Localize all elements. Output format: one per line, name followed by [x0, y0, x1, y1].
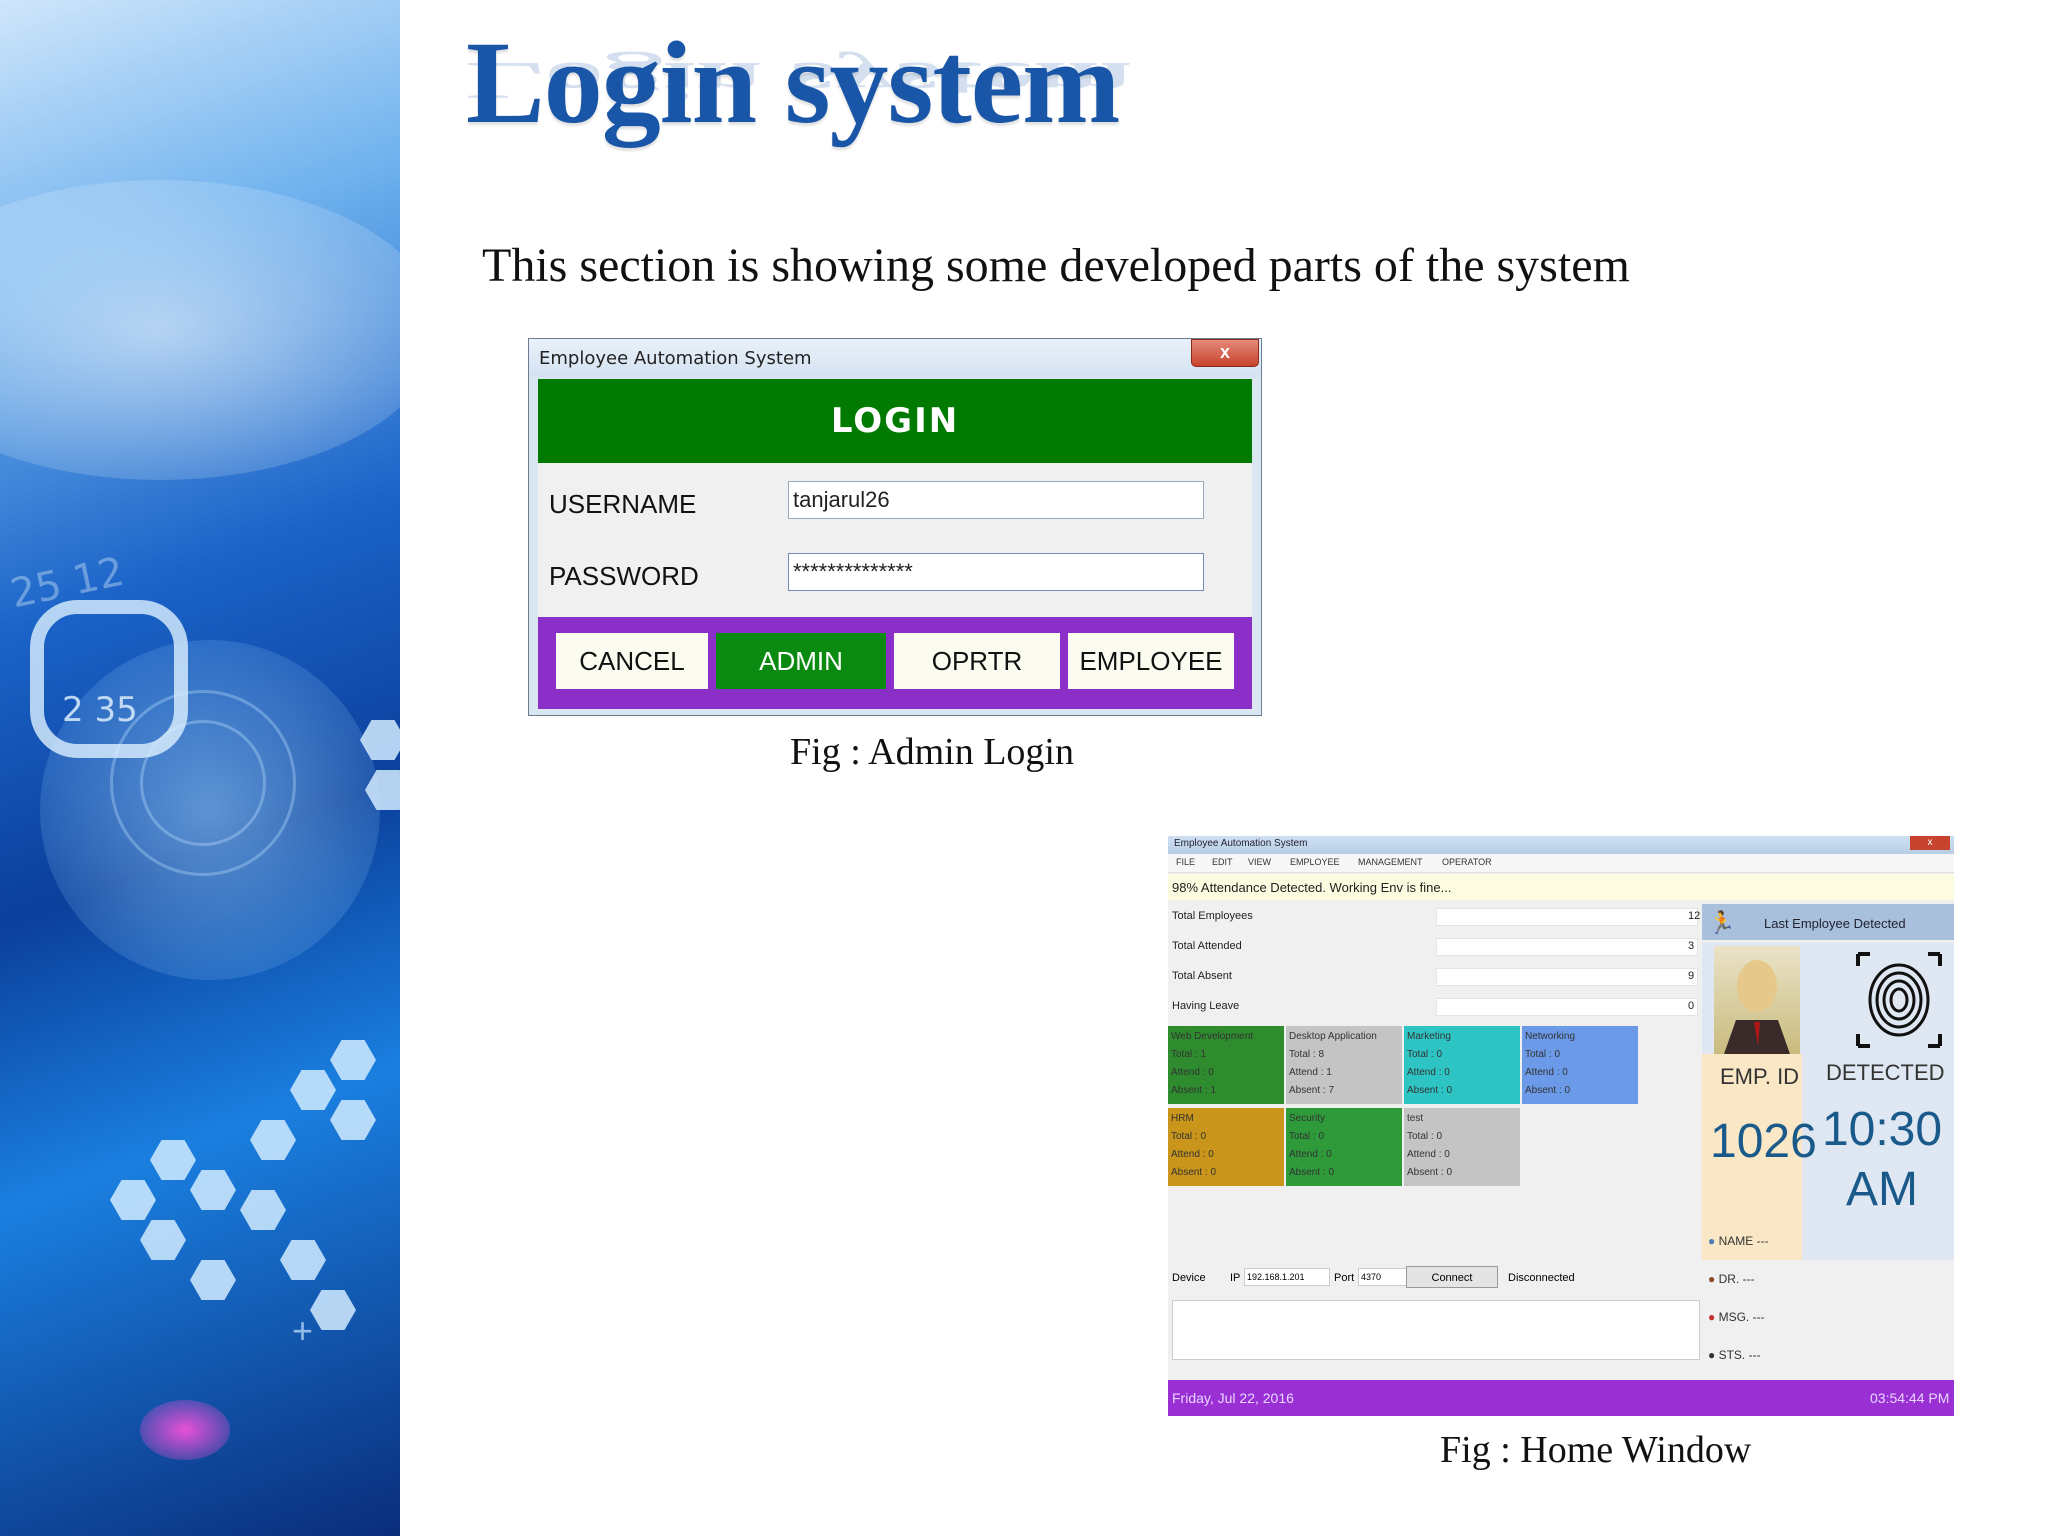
menu-item-view[interactable]: VIEW [1248, 857, 1271, 867]
home-titlebar[interactable]: Employee Automation System x [1168, 836, 1954, 854]
info-row-dr: ● DR. --- [1708, 1272, 1755, 1286]
device-label: Device [1172, 1272, 1206, 1284]
login-window: Employee Automation System x LOGIN USERN… [528, 338, 1262, 716]
device-status: Disconnected [1508, 1272, 1575, 1284]
password-input[interactable] [788, 553, 1204, 591]
admin-button[interactable]: ADMIN [716, 633, 886, 689]
operator-button[interactable]: OPRTR [894, 633, 1060, 689]
employee-id-label: EMP. ID [1720, 1064, 1800, 1089]
slide-subtitle: This section is showing some developed p… [482, 239, 1630, 292]
info-row-sts: ● STS. --- [1708, 1348, 1761, 1362]
stat-label: Total Absent [1172, 970, 1232, 982]
stat-value: 12 [1688, 910, 1701, 922]
plus-icon: + [292, 1310, 314, 1351]
home-window-title: Employee Automation System [1174, 838, 1308, 849]
stat-bar [1436, 998, 1698, 1016]
ip-input[interactable] [1244, 1268, 1330, 1286]
info-row-msg: ● MSG. --- [1708, 1310, 1765, 1324]
log-textarea[interactable] [1172, 1300, 1700, 1360]
detected-label: DETECTED [1826, 1060, 1945, 1085]
username-label: USERNAME [549, 489, 697, 519]
last-employee-title: Last Employee Detected [1764, 916, 1906, 931]
login-caption: Fig : Admin Login [790, 731, 1074, 773]
group-icon: ● [1708, 1310, 1716, 1324]
login-header: LOGIN [538, 379, 1252, 463]
decorative-number: 2 35 [62, 690, 138, 730]
stat-bar [1436, 968, 1698, 986]
info-row-name: ● NAME --- [1708, 1234, 1769, 1248]
footer-date: Friday, Jul 22, 2016 [1172, 1390, 1294, 1406]
device-row: Device IP Port Connect Disconnected [1168, 1266, 1702, 1292]
runner-icon: 🏃 [1708, 910, 1736, 935]
user-icon: ● [1708, 1234, 1716, 1248]
port-input[interactable] [1358, 1268, 1408, 1286]
employee-id-box: EMP. ID 1026 [1702, 1054, 1817, 1260]
menu-item-file[interactable]: FILE [1176, 857, 1195, 867]
stat-label: Total Attended [1172, 940, 1242, 952]
close-button[interactable]: x [1191, 339, 1259, 367]
menu-item-management[interactable]: MANAGEMENT [1358, 857, 1423, 867]
login-titlebar[interactable]: Employee Automation System x [529, 339, 1261, 377]
department-tile[interactable]: HRM Total : 0 Attend : 0 Absent : 0 [1168, 1108, 1284, 1186]
department-tile[interactable]: Security Total : 0 Attend : 0 Absent : 0 [1286, 1108, 1402, 1186]
login-window-title: Employee Automation System [539, 348, 812, 369]
ip-label: IP [1230, 1272, 1241, 1284]
department-tile[interactable]: Web Development Total : 1 Attend : 0 Absent… [1168, 1026, 1284, 1104]
footer-bar: Friday, Jul 22, 2016 03:54:44 PM [1168, 1380, 1954, 1416]
stat-label: Having Leave [1172, 1000, 1240, 1012]
employee-button[interactable]: EMPLOYEE [1068, 633, 1234, 689]
person-icon: ● [1708, 1272, 1716, 1286]
password-label: PASSWORD [549, 561, 699, 591]
home-window: Employee Automation System x FILE EDIT V… [1168, 836, 1954, 1416]
slide-title: Login system [466, 17, 1120, 148]
stat-value: 9 [1688, 970, 1695, 982]
department-tile[interactable]: Desktop Application Total : 8 Attend : 1 Ab… [1286, 1026, 1402, 1104]
stat-value: 3 [1688, 940, 1695, 952]
department-tile[interactable]: Marketing Total : 0 Attend : 0 Absent : 0 [1404, 1026, 1520, 1104]
stat-label: Total Employees [1172, 910, 1253, 922]
employee-id-value: 1026 [1710, 1115, 1817, 1168]
login-body: LOGIN USERNAME PASSWORD CANCEL ADMIN OPR… [538, 379, 1252, 709]
login-button-bar: CANCEL ADMIN OPRTR EMPLOYEE [538, 617, 1252, 709]
menu-item-edit[interactable]: EDIT [1212, 857, 1233, 867]
fingerprint-icon [1854, 950, 1944, 1050]
detected-time: 10:30 AM [1821, 1103, 1943, 1216]
menu-bar: FILE EDIT VIEW EMPLOYEE MANAGEMENT OPERA… [1168, 854, 1954, 873]
home-caption: Fig : Home Window [1440, 1429, 1752, 1471]
stat-bar [1436, 908, 1698, 926]
username-input[interactable] [788, 481, 1204, 519]
cancel-button[interactable]: CANCEL [556, 633, 708, 689]
stat-value: 0 [1688, 1000, 1695, 1012]
port-label: Port [1334, 1272, 1355, 1284]
decorative-side-panel: 25 12 2 35 + [0, 0, 400, 1536]
close-icon: x [1219, 342, 1230, 362]
stat-bar [1436, 938, 1698, 956]
close-icon[interactable]: x [1910, 836, 1950, 850]
person-icon: ● [1708, 1348, 1716, 1362]
status-banner: 98% Attendance Detected. Working Env is … [1168, 874, 1954, 900]
menu-item-employee[interactable]: EMPLOYEE [1290, 857, 1340, 867]
menu-item-operator[interactable]: OPERATOR [1442, 857, 1492, 867]
department-tile[interactable]: test Total : 0 Attend : 0 Absent : 0 [1404, 1108, 1520, 1186]
last-employee-header: 🏃 Last Employee Detected [1702, 904, 1954, 940]
employee-photo [1714, 946, 1800, 1054]
department-tile[interactable]: Networking Total : 0 Attend : 0 Absent : 0 [1522, 1026, 1638, 1104]
status-text: 98% Attendance Detected. Working Env is … [1172, 880, 1452, 895]
connect-button[interactable]: Connect [1406, 1266, 1498, 1288]
employee-detail-panel: EMP. ID 1026 DETECTED 10:30 AM [1702, 942, 1954, 1260]
footer-time: 03:54:44 PM [1870, 1390, 1950, 1406]
